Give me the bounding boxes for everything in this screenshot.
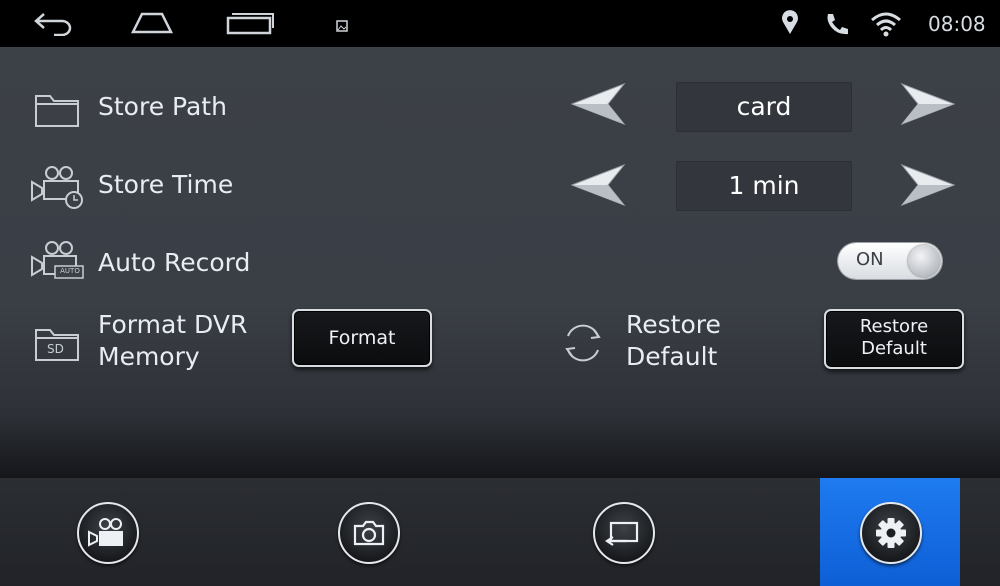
back-icon[interactable] <box>32 10 76 40</box>
store-time-next-arrow-icon[interactable] <box>900 163 956 211</box>
nav-settings[interactable] <box>820 478 960 586</box>
store-path-label: Store Path <box>98 92 227 121</box>
store-path-value: card <box>676 82 852 132</box>
format-label-line1: Format DVR <box>98 310 248 339</box>
home-icon[interactable] <box>130 10 174 40</box>
nav-playback[interactable] <box>545 478 705 586</box>
store-path-prev-arrow-icon[interactable] <box>570 82 626 130</box>
bottom-nav <box>0 478 1000 586</box>
toggle-knob <box>908 245 940 277</box>
restore-label-line1: Restore <box>626 310 721 339</box>
nav-camera[interactable] <box>290 478 450 586</box>
restore-button-line2: Default <box>861 338 927 359</box>
camera-icon <box>338 502 400 564</box>
video-record-icon <box>77 502 139 564</box>
restore-label-line2: Default <box>626 342 718 371</box>
format-label-line2: Memory <box>98 342 200 371</box>
nav-video-record[interactable] <box>0 478 214 586</box>
store-path-next-arrow-icon[interactable] <box>900 82 956 130</box>
auto-record-toggle[interactable]: ON <box>838 243 942 279</box>
auto-icon-text: AUTO <box>60 267 80 275</box>
playback-icon <box>593 502 655 564</box>
sd-icon-text: SD <box>47 342 64 356</box>
video-clock-icon <box>30 164 86 214</box>
restore-refresh-icon <box>558 318 608 372</box>
store-time-value: 1 min <box>676 161 852 211</box>
clock: 08:08 <box>928 12 986 36</box>
wifi-icon <box>870 11 902 41</box>
video-auto-icon <box>30 240 86 284</box>
auto-record-label: Auto Record <box>98 248 251 277</box>
store-time-label: Store Time <box>98 170 234 199</box>
settings-gear-icon <box>860 502 922 564</box>
location-pin-icon <box>780 10 800 40</box>
notification-image-icon <box>336 17 348 36</box>
toggle-on-text: ON <box>856 249 884 270</box>
restore-default-button[interactable]: Restore Default <box>824 309 964 369</box>
restore-button-line1: Restore <box>859 316 929 337</box>
folder-icon <box>34 92 80 132</box>
store-time-prev-arrow-icon[interactable] <box>570 163 626 211</box>
phone-icon <box>824 11 850 41</box>
format-button[interactable]: Format <box>292 309 432 367</box>
status-bar: 08:08 <box>0 0 1000 47</box>
recents-icon[interactable] <box>225 10 275 40</box>
